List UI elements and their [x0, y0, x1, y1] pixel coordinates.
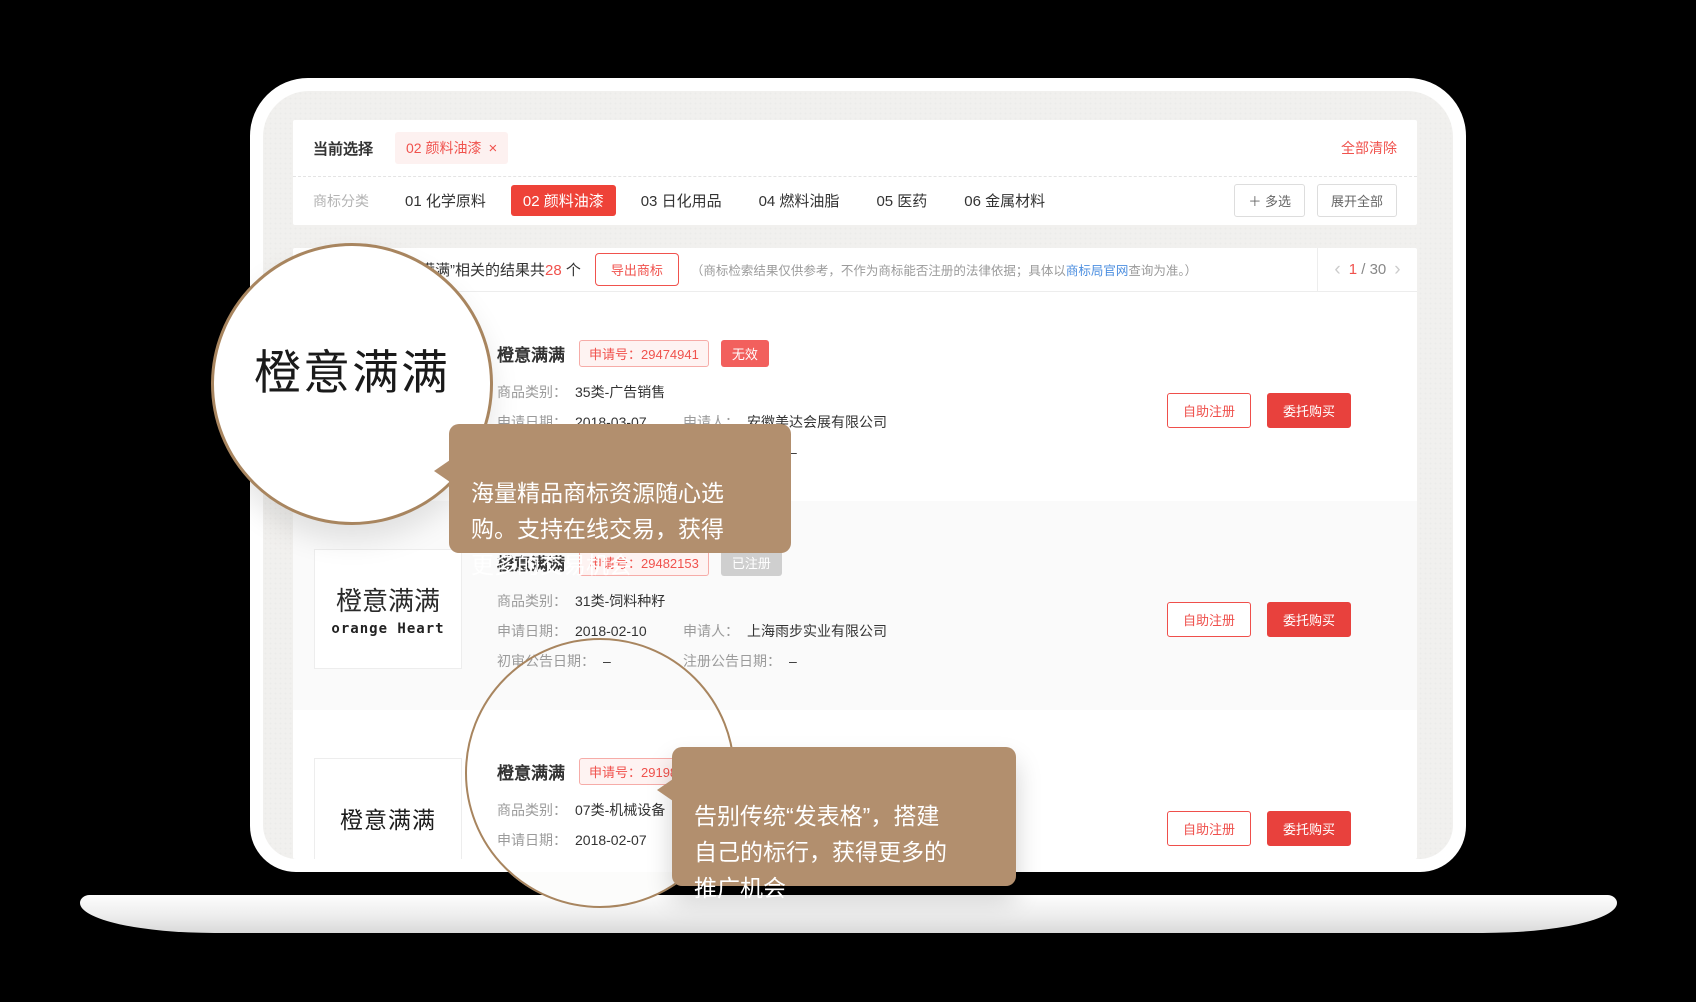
- category-row: 商标分类 01 化学原料 02 颜料油漆 03 日化用品 04 燃料油脂 05 …: [293, 177, 1417, 224]
- category-row-label: 商标分类: [313, 191, 369, 211]
- application-number-tag: 申请号：29474941: [579, 340, 709, 367]
- magnified-trademark-text: 橙意满满: [254, 334, 450, 403]
- filter-panel: 当前选择 02 颜料油漆 × 全部清除 商标分类 01 化学原料 02 颜料油漆…: [293, 120, 1417, 225]
- close-icon[interactable]: ×: [488, 141, 497, 156]
- field-label: 申请人：: [683, 623, 739, 639]
- summary-suffix: 个: [562, 262, 581, 279]
- selected-filter-tag-label: 02 颜料油漆: [406, 138, 481, 158]
- results-count: 28: [545, 262, 562, 279]
- self-register-button[interactable]: 自助注册: [1167, 602, 1251, 637]
- export-trademarks-button[interactable]: 导出商标: [595, 253, 679, 286]
- tooltip-arrow-icon: [657, 779, 673, 801]
- status-badge: 无效: [721, 340, 769, 367]
- disclaimer-tail: 查询为准。）: [1128, 264, 1197, 278]
- field-value: 35类-广告销售: [575, 384, 665, 400]
- trademark-image-text: 橙意满满: [336, 581, 440, 618]
- entrust-purchase-button[interactable]: 委托购买: [1267, 811, 1351, 846]
- field-label: 申请日期：: [497, 623, 567, 639]
- category-actions: ＋ 多选 展开全部: [1234, 184, 1397, 217]
- field-label: 商品类别：: [497, 593, 567, 609]
- field-value: 2018-02-10: [575, 623, 647, 639]
- expand-all-button[interactable]: 展开全部: [1317, 184, 1397, 217]
- results-header: 为您检索到“橙意满满”相关的结果共28 个 导出商标 （商标检索结果仅供参考，不…: [293, 248, 1417, 292]
- category-item-02-selected[interactable]: 02 颜料油漆: [511, 185, 616, 216]
- clear-all-link[interactable]: 全部清除: [1341, 138, 1397, 158]
- trademark-image-3: 橙意满满: [314, 758, 462, 859]
- field-label: 注册公告日期：: [683, 653, 781, 669]
- next-page-icon[interactable]: ›: [1394, 260, 1400, 279]
- trademark-name[interactable]: 橙意满满: [497, 341, 565, 366]
- category-item-03[interactable]: 03 日化用品: [629, 185, 734, 216]
- tooltip-arrow-icon: [434, 460, 450, 482]
- category-item-05[interactable]: 05 医药: [864, 185, 939, 216]
- multi-select-button[interactable]: ＋ 多选: [1234, 184, 1305, 217]
- tooltip-marketplace: 海量精品商标资源随心选 购。支持在线交易，获得 更多的交易机会: [449, 424, 791, 553]
- category-item-04[interactable]: 04 燃料油脂: [747, 185, 852, 216]
- total-pages: 30: [1370, 261, 1387, 278]
- pagination: ‹ 1 / 30 ›: [1317, 248, 1417, 291]
- trademark-image-text: 橙意满满: [340, 801, 436, 835]
- field-value: 31类-饲料种籽: [575, 593, 665, 609]
- disclaimer-text: （商标检索结果仅供参考，不作为商标能否注册的法律依据；具体以: [691, 264, 1066, 278]
- results-disclaimer: （商标检索结果仅供参考，不作为商标能否注册的法律依据；具体以商标局官网查询为准。…: [691, 260, 1197, 279]
- current-selection-label: 当前选择: [313, 138, 373, 159]
- entrust-purchase-button[interactable]: 委托购买: [1267, 393, 1351, 428]
- field-value: 上海雨步实业有限公司: [747, 623, 887, 639]
- laptop-base: [80, 895, 1617, 933]
- tooltip-promotion: 告别传统“发表格”，搭建 自己的标行，获得更多的 推广机会: [672, 747, 1016, 886]
- prev-page-icon[interactable]: ‹: [1334, 260, 1340, 279]
- category-item-06[interactable]: 06 金属材料: [952, 185, 1057, 216]
- field-value: –: [789, 653, 797, 669]
- status-badge: 已注册: [721, 549, 782, 576]
- tooltip-text: 告别传统“发表格”，搭建 自己的标行，获得更多的 推广机会: [694, 803, 947, 901]
- trademark-image-2: 橙意满满 orange Heart: [314, 549, 462, 669]
- self-register-button[interactable]: 自助注册: [1167, 393, 1251, 428]
- page-separator: /: [1361, 261, 1365, 278]
- category-item-01[interactable]: 01 化学原料: [393, 185, 498, 216]
- current-selection-row: 当前选择 02 颜料油漆 × 全部清除: [293, 120, 1417, 177]
- current-page: 1: [1349, 261, 1357, 278]
- trademark-office-link[interactable]: 商标局官网: [1066, 264, 1129, 278]
- field-label: 商品类别：: [497, 384, 567, 400]
- self-register-button[interactable]: 自助注册: [1167, 811, 1251, 846]
- trademark-image-subtext: orange Heart: [331, 621, 444, 637]
- entrust-purchase-button[interactable]: 委托购买: [1267, 602, 1351, 637]
- selected-filter-tag[interactable]: 02 颜料油漆 ×: [395, 132, 508, 164]
